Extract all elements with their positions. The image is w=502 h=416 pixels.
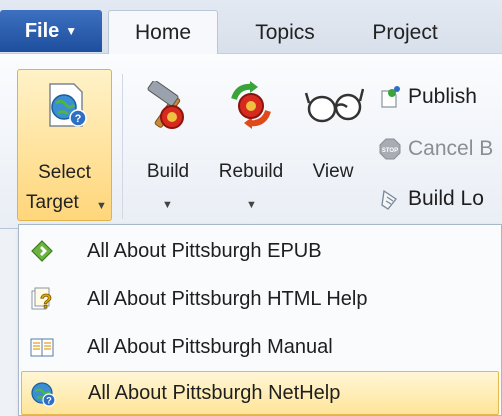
select-target-label-line1: Select	[38, 162, 91, 183]
rebuild-button[interactable]: Rebuild ▼	[204, 69, 298, 221]
publish-button[interactable]: Publish	[378, 82, 477, 112]
cancel-build-button[interactable]: STOP Cancel B	[378, 134, 493, 164]
publish-icon	[381, 86, 400, 108]
menu-item-manual[interactable]: All About Pittsburgh Manual	[21, 325, 499, 369]
stop-icon: STOP	[379, 138, 401, 160]
build-label: Build	[146, 161, 190, 182]
svg-text:?: ?	[75, 113, 82, 125]
cancel-build-label: Cancel B	[408, 137, 494, 160]
chevron-down-icon: ▼	[96, 200, 107, 212]
chevron-down-icon: ▼	[65, 24, 78, 38]
svg-text:?: ?	[46, 396, 52, 406]
tab-topics-label: Topics	[255, 20, 315, 44]
hammer-icon	[147, 81, 184, 129]
menu-item-label: All About Pittsburgh HTML Help	[87, 287, 368, 310]
html-help-icon: ?	[31, 287, 53, 312]
tab-topics[interactable]: Topics	[230, 10, 340, 55]
tab-project-label: Project	[372, 20, 438, 44]
select-target-button[interactable]: ? Select Target ▼	[17, 69, 112, 221]
select-target-label-line2: Target	[26, 192, 79, 213]
rebuild-label: Rebuild	[218, 161, 284, 182]
build-button[interactable]: Build ▼	[132, 69, 204, 221]
menu-item-epub[interactable]: All About Pittsburgh EPUB	[21, 229, 499, 273]
manual-icon	[30, 338, 54, 357]
menu-item-label: All About Pittsburgh Manual	[87, 335, 333, 358]
ribbon-home: ? Select Target ▼ Build ▼ Rebuild ▼ View…	[0, 54, 502, 229]
svg-text:?: ?	[40, 291, 52, 312]
chevron-down-icon: ▼	[246, 199, 257, 211]
ribbon-tab-bar: File ▼ Home Topics Project	[0, 0, 502, 55]
build-log-label: Build Lo	[408, 187, 484, 210]
tab-file[interactable]: File ▼	[0, 10, 102, 52]
publish-label: Publish	[408, 85, 477, 108]
menu-item-label: All About Pittsburgh NetHelp	[88, 381, 341, 404]
build-log-button[interactable]: Build Lo	[378, 184, 484, 214]
menu-item-nethelp[interactable]: ? All About Pittsburgh NetHelp	[21, 371, 499, 415]
nethelp-icon: ?	[31, 382, 56, 407]
view-label: View	[312, 161, 354, 182]
globe-target-icon: ?	[49, 83, 87, 127]
build-log-icon	[381, 189, 397, 210]
glasses-icon	[304, 88, 364, 123]
select-target-dropdown: All About Pittsburgh EPUB ? All About Pi…	[18, 224, 502, 416]
view-button[interactable]: View	[298, 69, 368, 189]
epub-icon	[31, 240, 53, 262]
svg-text:STOP: STOP	[382, 148, 398, 154]
divider	[122, 74, 123, 219]
menu-item-html-help[interactable]: ? All About Pittsburgh HTML Help	[21, 277, 499, 321]
tab-file-label: File	[24, 19, 60, 42]
tab-home-label: Home	[134, 21, 192, 44]
menu-item-label: All About Pittsburgh EPUB	[87, 239, 322, 262]
tab-project[interactable]: Project	[350, 10, 460, 55]
chevron-down-icon: ▼	[162, 199, 173, 211]
tab-home[interactable]: Home	[108, 10, 218, 55]
rebuild-icon	[231, 81, 271, 129]
